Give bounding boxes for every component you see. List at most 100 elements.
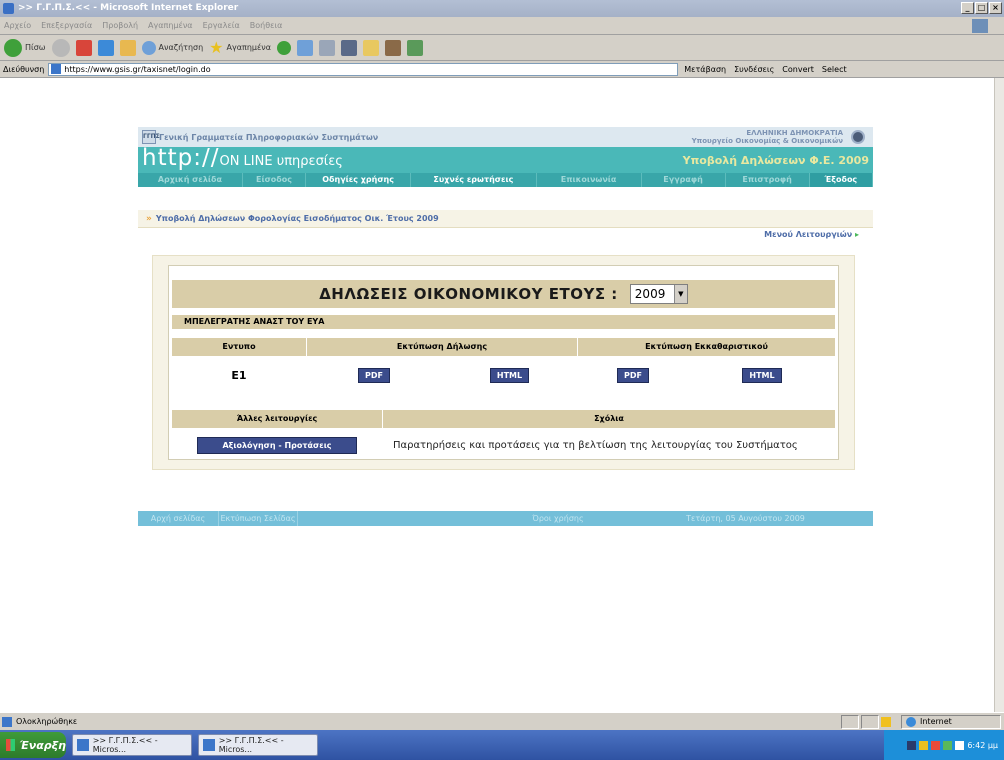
menu-view[interactable]: Προβολή xyxy=(102,21,138,30)
status-text: Ολοκληρώθηκε xyxy=(16,717,78,726)
status-cell xyxy=(841,714,859,729)
taskbar-item[interactable]: >> Γ.Γ.Π.Σ.<< - Micros... xyxy=(198,734,318,756)
tray-icon[interactable] xyxy=(919,740,929,750)
nav-login[interactable]: Είσοδος xyxy=(243,173,307,187)
footer-print-link[interactable]: Εκτύπωση Σελίδας xyxy=(218,511,298,526)
tray-icon[interactable] xyxy=(931,740,941,750)
year-label: ΔΗΛΩΣΕΙΣ ΟΙΚΟΝΟΜΙΚΟΥ ΕΤΟΥΣ : xyxy=(319,285,618,303)
back-arrow-icon xyxy=(4,38,22,57)
footer-terms-link[interactable]: Όροι χρήσης xyxy=(498,511,618,526)
gsis-title: Γενική Γραμματεία Πληροφοριακών Συστημάτ… xyxy=(159,132,379,142)
ministry-title: Υπουργείο Οικονομίας & Οικονομικών xyxy=(691,137,843,145)
declaration-html-button[interactable]: HTML xyxy=(489,367,530,383)
forms-table-header: Εντυπο Εκτύπωση Δήλωσης Εκτύπωση Εκκαθαρ… xyxy=(172,338,835,356)
tray-icon[interactable] xyxy=(943,740,953,750)
comments-label: Σχόλια xyxy=(383,410,835,428)
toolbar: Πίσω Αναζήτηση ★ Αγαπημένα xyxy=(0,35,1004,61)
lock-icon xyxy=(881,716,891,727)
nav-exit[interactable]: Έξοδος xyxy=(809,173,873,187)
breadcrumb-text: Υποβολή Δηλώσεων Φορολογίας Εισοδήματος … xyxy=(155,214,439,223)
search-icon xyxy=(141,40,156,55)
functions-menu-link[interactable]: Μενού Λειτουργιών ▸ xyxy=(138,230,873,242)
print-button[interactable] xyxy=(319,39,336,56)
history-button[interactable] xyxy=(277,40,292,55)
favorites-button[interactable]: ★ Αγαπημένα xyxy=(209,38,271,57)
forward-button[interactable] xyxy=(51,38,70,57)
mail-button[interactable] xyxy=(297,39,314,56)
start-button[interactable]: Έναρξη xyxy=(0,732,66,758)
col-print-declaration: Εκτύπωση Δήλωσης xyxy=(307,338,577,356)
other-functions-row: Αξιολόγηση - Προτάσεις Παρατηρήσεις και … xyxy=(172,432,835,458)
main-nav: Αρχική σελίδα Είσοδος Οδηγίες χρήσης Συχ… xyxy=(138,173,873,187)
form-code: Ε1 xyxy=(231,368,247,382)
nav-home[interactable]: Αρχική σελίδα xyxy=(138,173,243,187)
windows-flag-icon xyxy=(6,739,16,751)
go-button[interactable]: Μετάβαση xyxy=(684,65,726,74)
year-select[interactable]: 2009 ▼ xyxy=(629,284,688,304)
menu-tools[interactable]: Εργαλεία xyxy=(203,21,240,30)
online-services-logo: http://ON LINE υπηρεσίες xyxy=(142,145,343,171)
globe-icon xyxy=(906,716,916,727)
nav-contact[interactable]: Επικοινωνία xyxy=(537,173,642,187)
tools-button[interactable] xyxy=(385,39,402,56)
clearance-pdf-button[interactable]: PDF xyxy=(617,367,649,383)
minimize-button[interactable]: _ xyxy=(961,2,974,14)
home-button[interactable] xyxy=(119,39,136,56)
messenger-button[interactable] xyxy=(407,39,424,56)
select-button[interactable]: Select xyxy=(822,65,847,74)
footer-top-link[interactable]: Αρχή σελίδας xyxy=(138,511,218,526)
tray-icon[interactable] xyxy=(907,740,917,750)
clearance-html-button[interactable]: HTML xyxy=(742,367,782,383)
nav-instructions[interactable]: Οδηγίες χρήσης xyxy=(306,173,412,187)
taskbar: Έναρξη >> Γ.Γ.Π.Σ.<< - Micros... >> Γ.Γ.… xyxy=(0,730,1004,760)
status-bar: Ολοκληρώθηκε Internet xyxy=(0,712,1004,730)
ie-icon xyxy=(77,739,89,751)
site-header: ΓΓΠΣ Γενική Γραμματεία Πληροφοριακών Συσ… xyxy=(138,127,873,147)
address-url: https://www.gsis.gr/taxisnet/login.do xyxy=(64,64,211,74)
arrow-right-icon: ▸ xyxy=(854,230,859,239)
maximize-button[interactable]: □ xyxy=(975,2,988,14)
edit-button[interactable] xyxy=(341,39,358,56)
taxpayer-name: ΜΠΕΛΕΓΡΑΤΗΣ ΑΝΑΣΤ ΤΟΥ ΕΥΑ xyxy=(172,315,835,329)
banner: http://ON LINE υπηρεσίες Υποβολή Δηλώσεω… xyxy=(138,145,873,173)
search-button[interactable]: Αναζήτηση xyxy=(141,40,203,55)
links-button[interactable]: Συνδέσεις xyxy=(734,65,774,74)
page-icon xyxy=(51,64,62,74)
folder-button[interactable] xyxy=(363,39,380,56)
page-footer: Αρχή σελίδας Εκτύπωση Σελίδας Όροι χρήση… xyxy=(138,511,873,526)
nav-register[interactable]: Εγγραφή xyxy=(642,173,726,187)
convert-button[interactable]: Convert xyxy=(782,65,814,74)
status-cell xyxy=(861,714,879,729)
gsis-logo[interactable]: ΓΓΠΣ xyxy=(142,130,160,144)
nav-return[interactable]: Επιστροφή xyxy=(726,173,810,187)
nav-faq[interactable]: Συχνές ερωτήσεις xyxy=(411,173,537,187)
chevron-right-icon: » xyxy=(146,213,152,224)
menu-favorites[interactable]: Αγαπημένα xyxy=(148,21,193,30)
back-button[interactable]: Πίσω xyxy=(4,38,46,57)
volume-icon[interactable] xyxy=(955,740,965,750)
stop-button[interactable] xyxy=(75,39,92,56)
other-functions-header: Άλλες λειτουργίες Σχόλια xyxy=(172,410,835,428)
clock: 6:42 μμ xyxy=(967,740,998,750)
ie-icon xyxy=(203,739,215,751)
evaluation-button[interactable]: Αξιολόγηση - Προτάσεις xyxy=(197,436,357,454)
refresh-button[interactable] xyxy=(97,39,114,56)
menu-file[interactable]: Αρχείο xyxy=(4,21,31,30)
ie-icon xyxy=(3,3,14,14)
menu-help[interactable]: Βοήθεια xyxy=(250,21,283,30)
address-input[interactable]: https://www.gsis.gr/taxisnet/login.do xyxy=(48,62,679,76)
table-row: Ε1 PDF HTML PDF HTML xyxy=(172,361,835,389)
taskbar-item[interactable]: >> Γ.Γ.Π.Σ.<< - Micros... xyxy=(72,734,192,756)
gov-title: ΕΛΛΗΝΙΚΗ ΔΗΜΟΚΡΑΤΙΑ xyxy=(746,129,843,137)
chevron-down-icon: ▼ xyxy=(673,285,687,303)
declaration-pdf-button[interactable]: PDF xyxy=(358,367,390,383)
footer-date: Τετάρτη, 05 Αυγούστου 2009 xyxy=(686,514,805,523)
year-header: ΔΗΛΩΣΕΙΣ ΟΙΚΟΝΟΜΙΚΟΥ ΕΤΟΥΣ : 2009 ▼ xyxy=(172,280,835,308)
state-emblem-icon xyxy=(851,130,865,144)
window-title: >> Γ.Γ.Π.Σ.<< - Microsoft Internet Explo… xyxy=(18,3,239,13)
col-form: Εντυπο xyxy=(172,338,306,356)
other-functions-label: Άλλες λειτουργίες xyxy=(172,410,382,428)
vertical-scrollbar[interactable] xyxy=(994,78,1004,712)
menu-edit[interactable]: Επεξεργασία xyxy=(41,21,92,30)
close-button[interactable]: × xyxy=(989,2,1002,14)
